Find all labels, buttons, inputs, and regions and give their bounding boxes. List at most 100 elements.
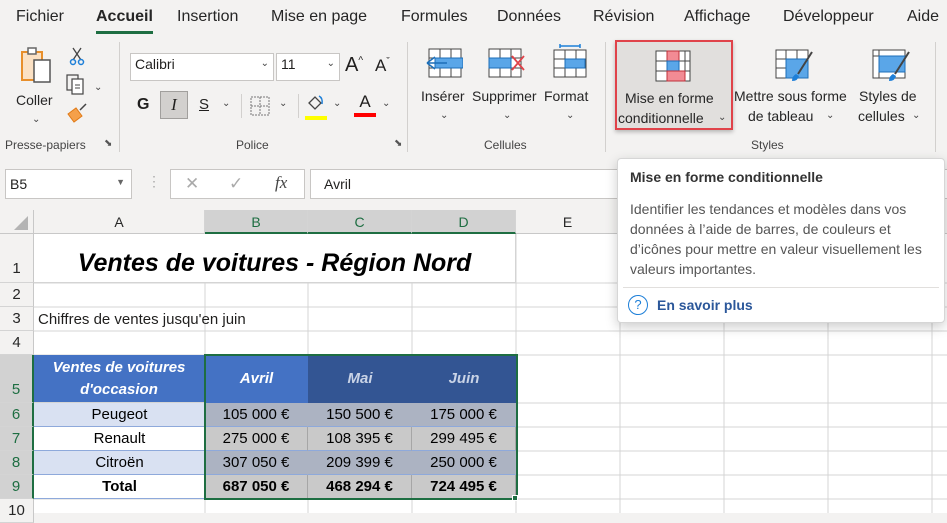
subtitle-cell[interactable]: Chiffres de ventes jusqu'en juin — [38, 307, 246, 331]
chevron-down-icon: ⌄ — [440, 110, 449, 121]
grow-font-button[interactable]: A^ — [345, 54, 363, 77]
ribbon: Coller ⌄ ⌄ Presse-papiers ⬊ Calibri ⌄ 11… — [0, 38, 947, 156]
insert-function-icon[interactable]: fx — [275, 173, 287, 193]
tab-fichier[interactable]: Fichier — [16, 8, 64, 26]
name-box[interactable]: B5 ▼ — [5, 169, 132, 199]
cut-icon[interactable] — [68, 46, 86, 66]
brand-cell[interactable]: Renault — [34, 427, 205, 451]
sales-value-cell[interactable]: 108 395 € — [308, 427, 412, 451]
column-header-e[interactable]: E — [516, 210, 620, 234]
cell-styles-button[interactable]: Styles de cellules ⌄ — [855, 46, 925, 128]
tab-revision[interactable]: Révision — [593, 8, 654, 26]
row-header-4[interactable]: 4 — [0, 331, 34, 355]
format-painter-icon[interactable] — [66, 102, 88, 124]
shrink-font-button[interactable]: Aˇ — [375, 56, 390, 76]
row-header-6[interactable]: 6 — [0, 403, 34, 427]
paste-button[interactable]: Coller ⌄ — [12, 44, 60, 130]
font-size-select[interactable]: 11 ⌄ — [276, 53, 340, 81]
paste-icon — [21, 47, 51, 83]
font-color-button[interactable]: A — [354, 92, 376, 118]
insert-cells-icon — [426, 48, 463, 78]
column-header-b[interactable]: B — [205, 210, 308, 234]
row-header-3[interactable]: 3 — [0, 307, 34, 331]
font-color-dropdown-icon[interactable]: ⌄ — [382, 98, 390, 109]
header-cell-juin[interactable]: Juin — [412, 355, 516, 403]
tooltip-divider — [623, 287, 939, 288]
group-separator — [605, 42, 606, 152]
font-name-select[interactable]: Calibri ⌄ — [130, 53, 274, 81]
total-value-cell[interactable]: 687 050 € — [205, 475, 308, 499]
conditional-formatting-button[interactable]: Mise en forme conditionnelle ⌄ — [615, 40, 733, 130]
bold-button[interactable]: G — [137, 96, 149, 114]
borders-dropdown-icon[interactable]: ⌄ — [279, 98, 287, 109]
tab-developpeur[interactable]: Développeur — [783, 8, 874, 26]
cancel-icon[interactable]: ✕ — [185, 174, 199, 194]
divider — [298, 94, 299, 118]
format-button[interactable]: Format ⌄ — [544, 42, 596, 128]
fill-color-button[interactable] — [305, 93, 327, 120]
fill-color-swatch — [305, 116, 327, 120]
underline-button[interactable]: S — [199, 96, 209, 113]
chevron-down-icon: ⌄ — [260, 58, 269, 69]
column-header-a[interactable]: A — [34, 210, 205, 234]
select-all-button[interactable] — [0, 210, 34, 234]
borders-icon[interactable] — [250, 96, 270, 116]
tooltip-body: Identifier les tendances et modèles dans… — [630, 201, 922, 277]
tab-donnees[interactable]: Données — [497, 8, 561, 26]
sales-value-cell[interactable]: 250 000 € — [412, 451, 516, 475]
enter-icon[interactable]: ✓ — [229, 174, 243, 194]
row-header-8[interactable]: 8 — [0, 451, 34, 475]
learn-more-link[interactable]: ? En savoir plus — [628, 295, 753, 315]
row-header-5[interactable]: 5 — [0, 355, 34, 403]
sales-value-cell[interactable]: 275 000 € — [205, 427, 308, 451]
row-header-10[interactable]: 10 — [0, 499, 34, 523]
clipboard-launcher-icon[interactable]: ⬊ — [104, 138, 112, 149]
sales-value-cell[interactable]: 175 000 € — [412, 403, 516, 427]
row-header-7[interactable]: 7 — [0, 427, 34, 451]
underline-dropdown-icon[interactable]: ⌄ — [222, 98, 230, 109]
group-separator — [407, 42, 408, 152]
delete-button[interactable]: Supprimer ⌄ — [472, 46, 542, 128]
sales-value-cell[interactable]: 150 500 € — [308, 403, 412, 427]
header-cell-mai[interactable]: Mai — [308, 355, 412, 403]
tab-insertion[interactable]: Insertion — [177, 8, 238, 26]
sales-value-cell[interactable]: 105 000 € — [205, 403, 308, 427]
total-label-cell[interactable]: Total — [34, 475, 205, 499]
total-value-cell[interactable]: 724 495 € — [412, 475, 516, 499]
fill-handle[interactable] — [512, 495, 518, 501]
row-header-2[interactable]: 2 — [0, 283, 34, 307]
italic-button[interactable]: I — [160, 91, 188, 119]
brand-cell[interactable]: Citroën — [34, 451, 205, 475]
sales-value-cell[interactable]: 209 399 € — [308, 451, 412, 475]
font-launcher-icon[interactable]: ⬊ — [394, 138, 402, 149]
brand-cell[interactable]: Peugeot — [34, 403, 205, 427]
tab-accueil[interactable]: Accueil — [96, 8, 153, 34]
row-header-9[interactable]: 9 — [0, 475, 34, 499]
copy-dropdown-icon[interactable]: ⌄ — [94, 78, 102, 98]
tooltip-title: Mise en forme conditionnelle — [630, 169, 823, 185]
fill-color-dropdown-icon[interactable]: ⌄ — [333, 98, 341, 109]
header-cell-avril[interactable]: Avril — [205, 355, 308, 403]
group-separator — [119, 42, 120, 152]
formula-value: Avril — [324, 176, 351, 192]
tab-mise-en-page[interactable]: Mise en page — [271, 8, 367, 26]
tab-aide[interactable]: Aide — [907, 8, 939, 26]
name-box-dropdown-icon[interactable]: ▼ — [116, 170, 125, 194]
sales-value-cell[interactable]: 307 050 € — [205, 451, 308, 475]
format-as-table-button[interactable]: Mettre sous forme de tableau ⌄ — [734, 46, 854, 128]
table-header-label[interactable]: Ventes de voitures d'occasion — [34, 355, 205, 403]
insert-button[interactable]: Insérer ⌄ — [418, 46, 470, 128]
column-header-c[interactable]: C — [308, 210, 412, 234]
formula-buttons: ✕ ✓ fx — [170, 169, 305, 199]
total-value-cell[interactable]: 468 294 € — [308, 475, 412, 499]
column-header-d[interactable]: D — [412, 210, 516, 234]
row-header-1[interactable]: 1 — [0, 234, 34, 283]
sales-value-cell[interactable]: 299 495 € — [412, 427, 516, 451]
header-label-line2: d'occasion — [80, 381, 158, 398]
sheet-title-cell[interactable]: Ventes de voitures - Région Nord — [34, 234, 516, 283]
help-icon: ? — [628, 295, 648, 315]
copy-icon[interactable] — [66, 74, 86, 96]
tab-affichage[interactable]: Affichage — [684, 8, 750, 26]
tab-formules[interactable]: Formules — [401, 8, 468, 26]
clipboard-group-label: Presse-papiers — [5, 138, 86, 152]
